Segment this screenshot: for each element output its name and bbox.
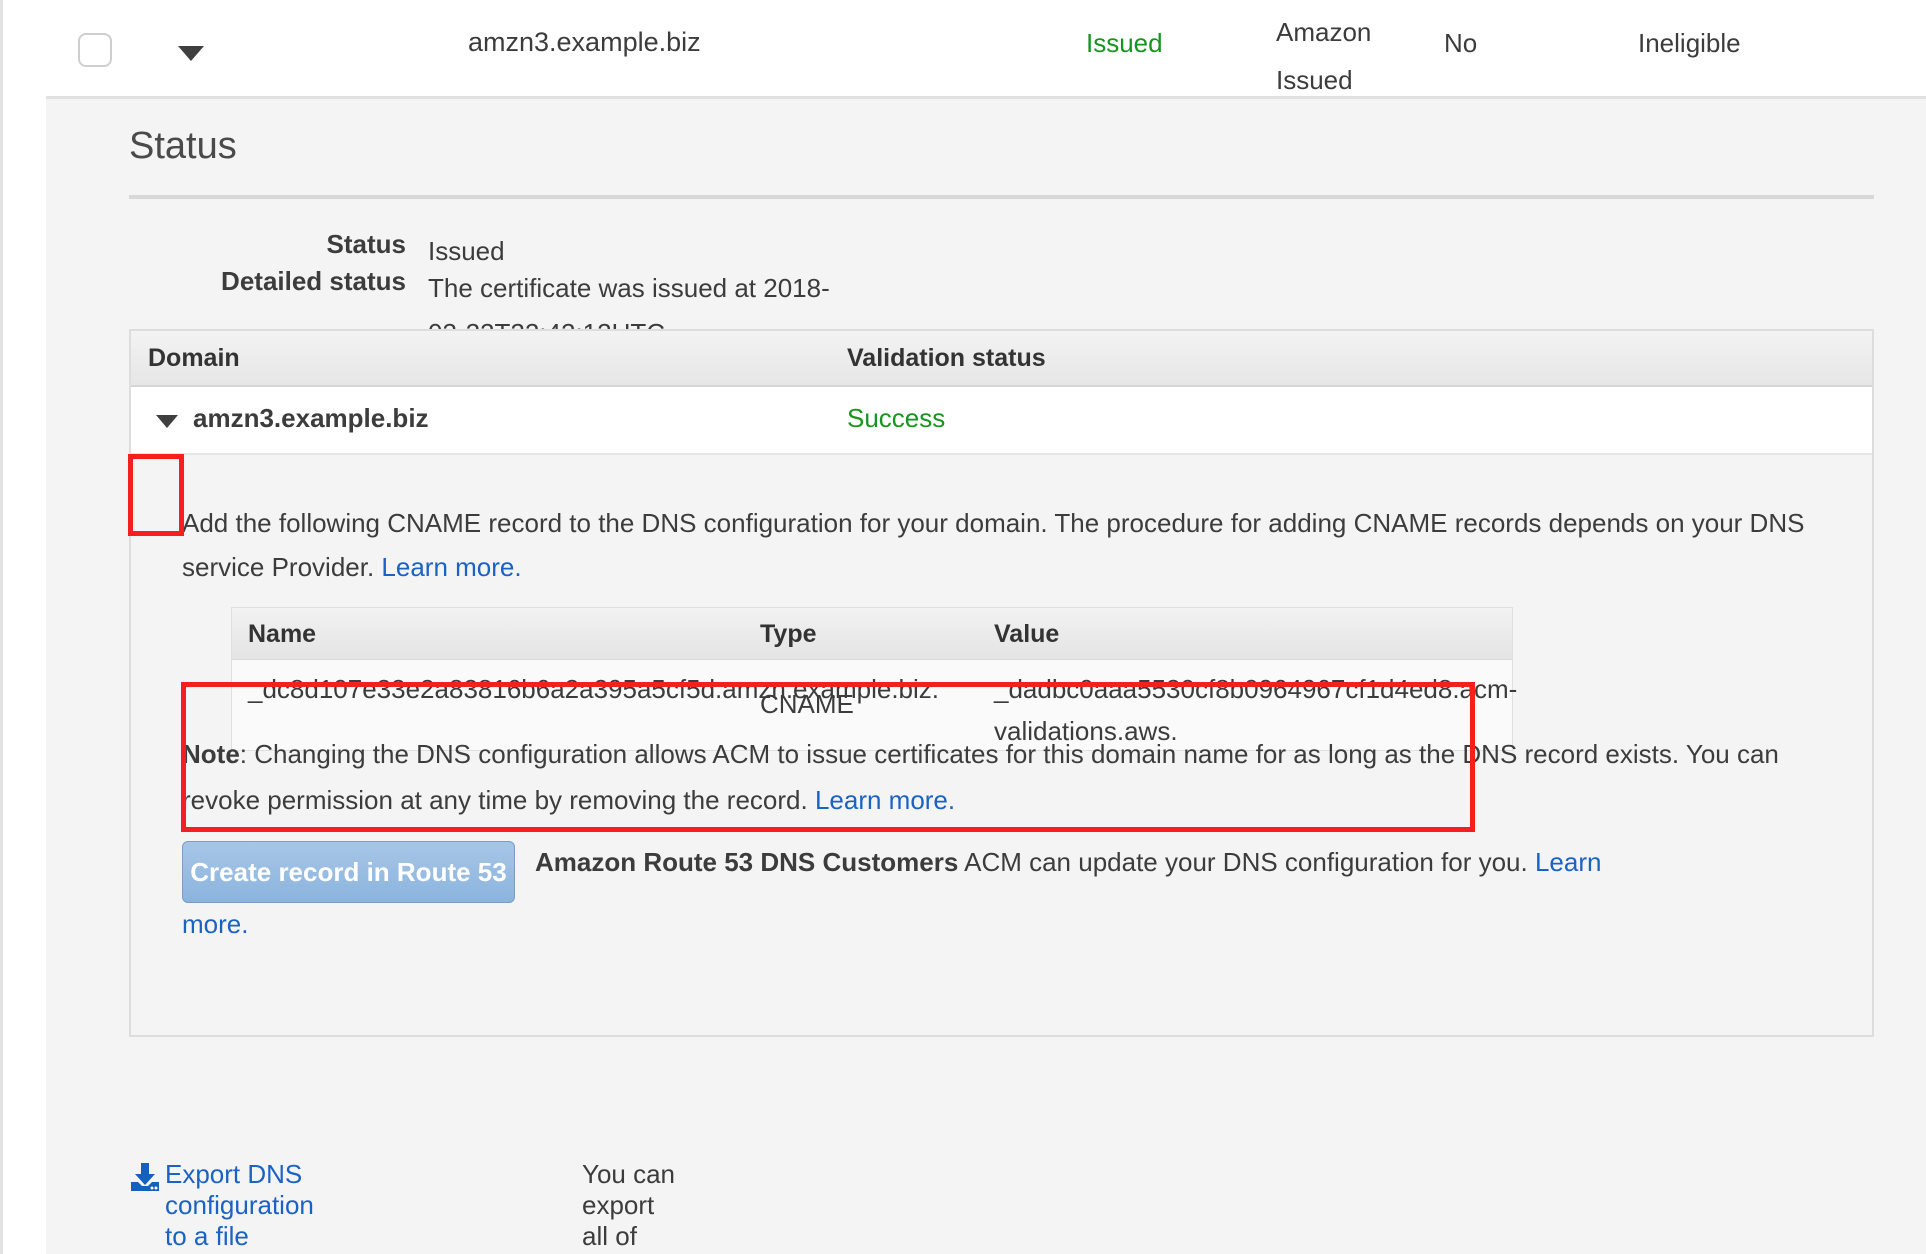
download-icon: [129, 1161, 161, 1193]
route53-customers-text: Amazon Route 53 DNS Customers ACM can up…: [535, 839, 1835, 885]
certificate-in-use: No: [1444, 28, 1477, 59]
certificate-domain-name: amzn3.example.biz: [468, 27, 701, 58]
note-label: Note: [182, 739, 240, 769]
status-field-label: Status: [46, 229, 406, 260]
learn-more-link-route53[interactable]: Learn: [1535, 847, 1602, 877]
certificate-details-panel: Status Status Issued Detailed status The…: [46, 96, 1926, 1254]
row-select-checkbox[interactable]: [78, 33, 112, 67]
cname-instruction-text: Add the following CNAME record to the DN…: [182, 501, 1832, 589]
domain-cell: amzn3.example.biz: [193, 403, 429, 434]
learn-more-link-note[interactable]: Learn more.: [815, 785, 955, 815]
certificate-type: Amazon Issued: [1276, 8, 1416, 104]
column-header-type: Type: [760, 620, 817, 649]
note-body: : Changing the DNS configuration allows …: [182, 739, 1779, 815]
column-header-value: Value: [994, 620, 1059, 649]
domain-expand-caret-icon[interactable]: [156, 415, 178, 428]
certificate-status-badge: Issued: [1086, 28, 1163, 59]
validation-status-cell: Success: [847, 403, 945, 434]
export-dns-configuration-link[interactable]: Export DNS configuration to a file: [165, 1159, 314, 1252]
column-header-domain: Domain: [148, 344, 240, 373]
create-record-in-route53-button[interactable]: Create record in Route 53: [182, 841, 515, 903]
export-dns-description: You can export all of the CNAME records …: [582, 1159, 676, 1254]
page-title: Status: [129, 125, 237, 168]
learn-more-link-route53-continued[interactable]: more.: [182, 909, 248, 940]
table-row[interactable]: amzn3.example.biz Success: [131, 387, 1872, 455]
cname-name-cell: _dc8d107e33e2a83816b6a2a395a5cf5d.amzn.e…: [248, 668, 753, 710]
domain-expanded-section: Add the following CNAME record to the DN…: [131, 455, 1872, 1035]
cname-record-table: Name Type Value _dc8d107e33e2a83816b6a2a…: [231, 607, 1513, 751]
table-header-row: Domain Validation status: [131, 331, 1872, 387]
dns-note-text: Note: Changing the DNS configuration all…: [182, 731, 1842, 823]
route53-customers-strong: Amazon Route 53 DNS Customers: [535, 847, 958, 877]
chevron-down-icon[interactable]: [178, 46, 204, 61]
detailed-status-field-label: Detailed status: [46, 266, 406, 297]
cname-table-header-row: Name Type Value: [232, 608, 1512, 660]
certificate-renewal-eligibility: Ineligible: [1638, 28, 1741, 59]
title-divider: [129, 195, 1874, 199]
acm-certificate-detail-page: amzn3.example.biz Issued Amazon Issued N…: [0, 0, 1926, 1254]
certificate-list-row[interactable]: amzn3.example.biz Issued Amazon Issued N…: [6, 0, 1926, 96]
column-header-validation-status: Validation status: [847, 344, 1046, 373]
route53-customers-body: ACM can update your DNS configuration fo…: [958, 847, 1535, 877]
learn-more-link-instruction[interactable]: Learn more.: [381, 552, 521, 582]
column-header-name: Name: [248, 620, 316, 649]
domain-validation-table: Domain Validation status amzn3.example.b…: [129, 329, 1874, 1037]
cname-type-cell: CNAME: [760, 689, 854, 720]
